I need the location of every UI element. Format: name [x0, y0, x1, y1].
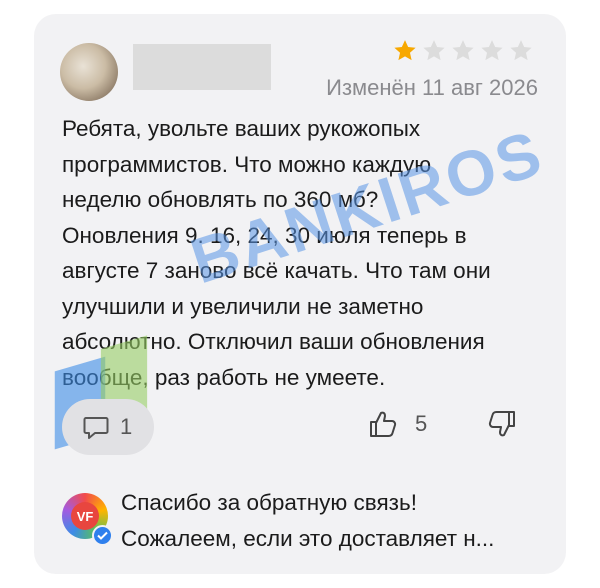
star-icon [452, 40, 474, 61]
reply-line-1: Спасибо за обратную связь! [121, 490, 417, 515]
rating-stars [392, 38, 534, 70]
likes-count: 5 [415, 411, 428, 436]
thumbs-down-icon [488, 411, 515, 437]
comment-icon [83, 417, 109, 439]
dislike-button[interactable] [486, 408, 518, 445]
reply-line-2: Сожалеем, если это доставляет н... [121, 526, 495, 551]
verified-icon [92, 525, 113, 546]
author-name-redacted [133, 44, 271, 90]
thumbs-up-icon [370, 411, 397, 437]
user-avatar[interactable] [60, 43, 118, 101]
reply-text: Спасибо за обратную связь! Сожалеем, есл… [121, 485, 548, 557]
star-icon [423, 40, 445, 61]
developer-logo: VF [71, 502, 99, 530]
comments-count: 1 [120, 414, 133, 439]
comments-button[interactable]: 1 [62, 399, 154, 455]
review-card: Изменён 11 авг 2026 Ребята, увольте ваши… [34, 14, 566, 574]
star-icon [394, 40, 416, 61]
review-date: Изменён 11 авг 2026 [326, 75, 538, 100]
like-button[interactable]: 5 [367, 408, 427, 440]
star-icon [510, 40, 532, 61]
star-icon [481, 40, 503, 61]
developer-reply[interactable]: VF Спасибо за обратную связь! Сожалеем, … [58, 482, 548, 562]
